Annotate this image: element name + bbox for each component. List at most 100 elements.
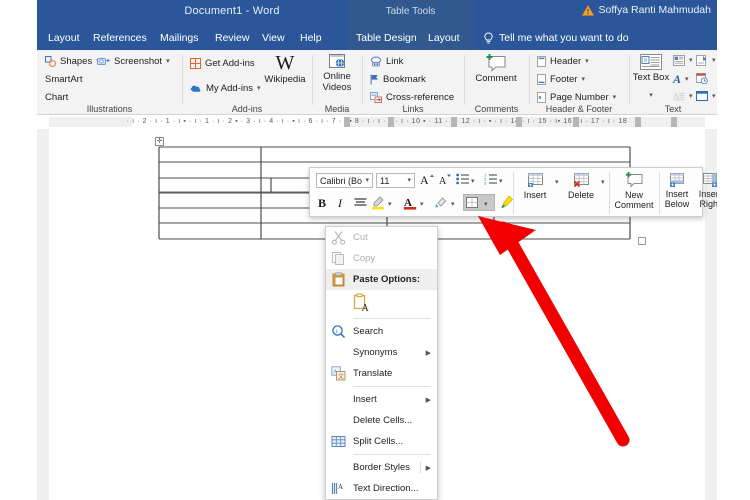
bold-button[interactable]: B xyxy=(318,196,326,211)
screenshot-button[interactable]: Screenshot ▾ xyxy=(97,56,170,67)
chevron-down-icon[interactable]: ▾ xyxy=(499,177,503,186)
chevron-down-icon[interactable]: ▾ xyxy=(613,93,617,102)
chevron-down-icon[interactable]: ▾ xyxy=(585,57,589,66)
wordart-button[interactable]: A ▾ xyxy=(673,73,689,85)
footer-button[interactable]: Footer ▾ xyxy=(537,74,585,85)
chevron-down-icon[interactable]: ▾ xyxy=(712,56,716,65)
delete-table-button[interactable]: Delete xyxy=(562,172,600,200)
format-painter-button[interactable] xyxy=(500,195,514,210)
ruler-tab-stop[interactable] xyxy=(388,117,394,127)
object-button[interactable]: ▾ xyxy=(696,91,716,102)
context-menu-item-search[interactable]: i Search xyxy=(326,321,437,342)
chart-button[interactable]: Chart xyxy=(45,92,68,103)
chevron-down-icon[interactable]: ▾ xyxy=(649,92,653,99)
tab-layout[interactable]: Layout xyxy=(42,26,86,50)
context-menu-paste-swatches[interactable]: A xyxy=(326,290,437,316)
page-number-button[interactable]: Page Number ▾ xyxy=(537,92,616,103)
grow-font-button[interactable]: A xyxy=(420,172,435,187)
chevron-down-icon[interactable]: ▾ xyxy=(451,200,455,209)
ruler-tab-stop[interactable] xyxy=(516,117,522,127)
context-menu-item-text-direction[interactable]: A Text Direction... xyxy=(326,478,437,499)
chevron-down-icon[interactable]: ▾ xyxy=(581,75,585,84)
highlight-color-icon xyxy=(372,196,384,210)
mini-formatting-toolbar[interactable]: Calibri (Bo ▾ 11 ▾ A A ▾ 1 2 3 ▾ B I ▾ A… xyxy=(309,167,717,217)
chevron-down-icon[interactable]: ▾ xyxy=(407,176,411,185)
highlight-color-button[interactable] xyxy=(371,195,385,210)
chevron-down-icon[interactable]: ▾ xyxy=(471,177,475,186)
ruler-tab-stop[interactable] xyxy=(451,117,457,127)
context-menu-item-split-cells[interactable]: Split Cells... xyxy=(326,431,437,452)
tab-review[interactable]: Review xyxy=(209,26,255,50)
ruler-tab-stop[interactable] xyxy=(635,117,641,127)
context-menu-item-translate[interactable]: A 文 Translate xyxy=(326,363,437,384)
context-menu-item-border-styles[interactable]: Border Styles ▶ xyxy=(326,457,437,478)
ruler-tab-stop[interactable] xyxy=(671,117,677,127)
tab-table-design[interactable]: Table Design xyxy=(350,26,423,50)
chevron-down-icon[interactable]: ▾ xyxy=(555,178,559,187)
drop-cap-button[interactable]: A ▾ xyxy=(673,91,693,102)
tab-view[interactable]: View xyxy=(256,26,291,50)
font-color-button[interactable]: A xyxy=(403,195,417,210)
context-menu-item-delete-cells[interactable]: Delete Cells... xyxy=(326,410,437,431)
shading-button[interactable] xyxy=(434,195,448,210)
chevron-down-icon[interactable]: ▾ xyxy=(365,176,369,185)
bookmark-button[interactable]: Bookmark xyxy=(370,74,426,85)
context-menu-item-insert[interactable]: Insert ▶ xyxy=(326,389,437,410)
align-button[interactable] xyxy=(354,198,367,208)
chevron-down-icon[interactable]: ▾ xyxy=(601,178,605,187)
new-comment-button[interactable]: New Comment xyxy=(612,171,656,210)
signature-line-button[interactable]: ▾ xyxy=(696,55,716,66)
get-addins-button[interactable]: Get Add-ins xyxy=(190,58,255,69)
chevron-down-icon[interactable]: ▾ xyxy=(712,92,716,101)
chevron-down-icon[interactable]: ▾ xyxy=(484,200,488,209)
chevron-down-icon[interactable]: ▾ xyxy=(689,92,693,101)
online-videos-button[interactable]: Online Videos xyxy=(314,53,360,93)
cross-reference-button[interactable]: Cross-reference xyxy=(370,92,454,103)
quick-parts-button[interactable]: ▾ xyxy=(673,55,693,66)
chevron-down-icon[interactable]: ▾ xyxy=(685,75,689,84)
smartart-button[interactable]: SmartArt xyxy=(45,74,82,85)
chevron-down-icon[interactable]: ▾ xyxy=(689,56,693,65)
insert-right-button[interactable]: Insert Right xyxy=(694,172,717,209)
context-menu-item-paste-options[interactable]: Paste Options: xyxy=(326,269,437,290)
bullets-button[interactable] xyxy=(456,173,469,185)
shrink-font-button[interactable]: A xyxy=(438,172,453,187)
screenshot-icon xyxy=(97,58,110,65)
wikipedia-button[interactable]: W Wikipedia xyxy=(260,52,310,86)
insert-table-button[interactable]: Insert xyxy=(516,172,554,200)
tab-mailings[interactable]: Mailings xyxy=(154,26,205,50)
insert-below-label: Insert Below xyxy=(664,189,690,209)
font-name-selector[interactable]: Calibri (Bo ▾ xyxy=(316,173,373,188)
horizontal-ruler[interactable]: · ı · 2 · ı · 1 · ı ▪ · ı · 1 · ı · 2 ▪ … xyxy=(37,115,717,129)
ruler-tab-stop[interactable] xyxy=(573,117,579,127)
my-addins-button[interactable]: My Add-ins ▾ xyxy=(190,83,261,94)
footer-label: Footer xyxy=(550,74,578,85)
tell-me-box[interactable]: Tell me what you want to do xyxy=(483,26,629,50)
tab-table-layout[interactable]: Layout xyxy=(422,26,466,50)
shapes-button[interactable]: Shapes ▾ xyxy=(45,56,100,67)
text-box-button[interactable]: Text Box ▾ xyxy=(632,53,670,102)
link-button[interactable]: Link xyxy=(370,56,403,67)
font-size-selector[interactable]: 11 ▾ xyxy=(376,173,415,188)
context-menu-item-synonyms[interactable]: Synonyms ▶ xyxy=(326,342,437,363)
context-menu[interactable]: Cut Copy Paste Options: A i Search Synon… xyxy=(325,226,438,500)
context-menu-item-copy[interactable]: Copy xyxy=(326,248,437,269)
italic-button[interactable]: I xyxy=(338,196,342,211)
comment-button[interactable]: Comment xyxy=(473,53,519,85)
chevron-down-icon[interactable]: ▾ xyxy=(388,200,392,209)
insert-below-button[interactable]: Insert Below xyxy=(661,172,693,209)
ruler-tab-stop[interactable] xyxy=(344,117,350,127)
table-move-handle[interactable]: ✛ xyxy=(155,137,164,146)
insert-right-label: Insert Right xyxy=(698,189,717,209)
date-time-button[interactable] xyxy=(696,73,708,84)
chevron-down-icon[interactable]: ▾ xyxy=(166,57,170,66)
chevron-down-icon[interactable]: ▾ xyxy=(420,200,424,209)
header-button[interactable]: Header ▾ xyxy=(537,56,589,67)
numbering-button[interactable]: 1 2 3 xyxy=(484,173,497,185)
borders-button[interactable] xyxy=(466,197,478,208)
tab-help[interactable]: Help xyxy=(294,26,328,50)
tab-references[interactable]: References xyxy=(87,26,153,50)
account-area[interactable]: Soffya Ranti Mahmudah xyxy=(581,4,711,16)
translate-icon: A 文 xyxy=(331,366,346,381)
context-menu-item-cut[interactable]: Cut xyxy=(326,227,437,248)
